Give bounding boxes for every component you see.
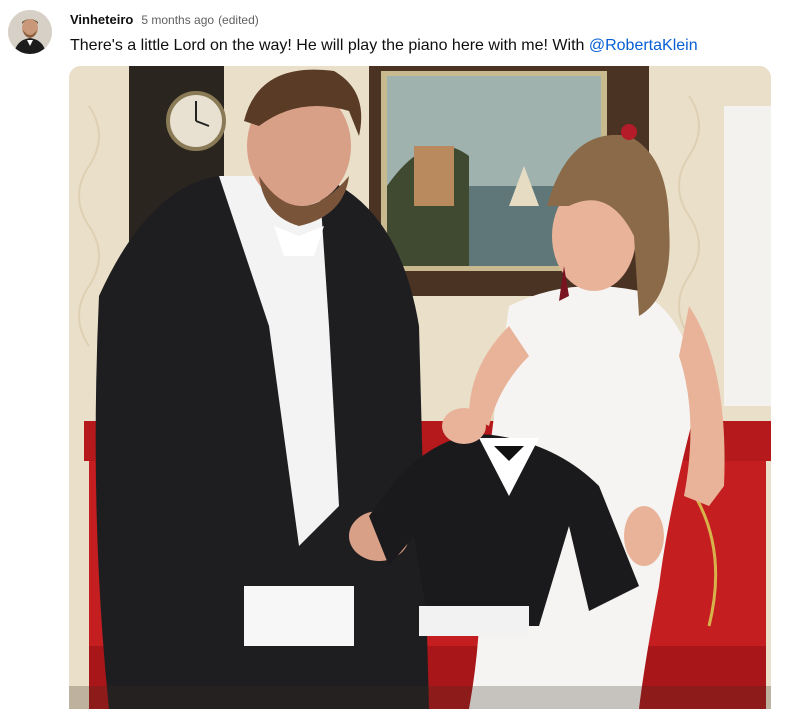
post-photo [69, 66, 771, 709]
post-timestamp[interactable]: 5 months ago [141, 13, 214, 27]
post-text-body: There's a little Lord on the way! He wil… [70, 37, 589, 54]
edited-label: (edited) [218, 13, 259, 27]
post-image[interactable] [69, 66, 771, 709]
mention-link[interactable]: @RobertaKlein [589, 37, 698, 54]
community-post: Vinheteiro 5 months ago (edited) There's… [0, 0, 787, 709]
post-text: There's a little Lord on the way! He wil… [70, 37, 698, 55]
avatar-image [8, 10, 52, 54]
post-header: Vinheteiro 5 months ago (edited) [70, 12, 259, 27]
author-avatar[interactable] [8, 10, 52, 54]
author-name[interactable]: Vinheteiro [70, 12, 133, 27]
